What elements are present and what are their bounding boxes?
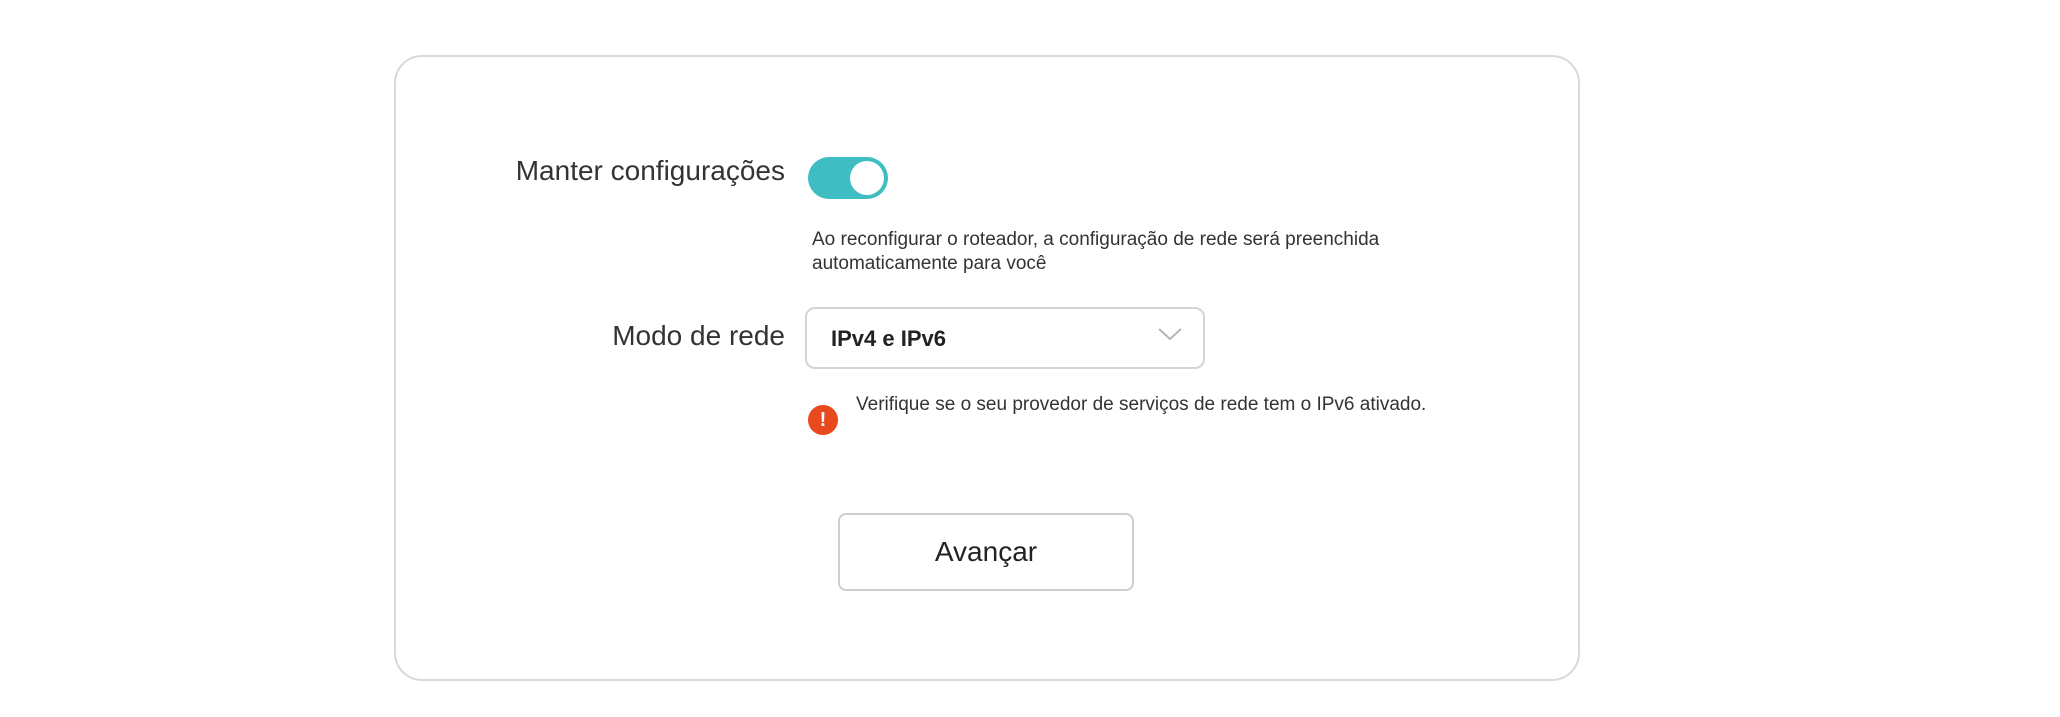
network-mode-label: Modo de rede (612, 320, 785, 351)
chevron-down-icon (1158, 328, 1182, 341)
keep-settings-label: Manter configurações (515, 155, 785, 186)
page: Manter configurações Ao reconfigurar o r… (0, 0, 2060, 717)
toggle-knob (850, 161, 884, 195)
warning-text: Verifique se o seu provedor de serviços … (856, 394, 1427, 415)
keep-settings-toggle[interactable] (808, 157, 888, 199)
warning-icon: ! (808, 405, 838, 435)
network-mode-select[interactable]: IPv4 e IPv6 (805, 307, 1205, 369)
keep-settings-hint: Ao reconfigurar o roteador, a configuraç… (812, 229, 1380, 274)
network-mode-value: IPv4 e IPv6 (831, 326, 946, 351)
next-button[interactable]: Avançar (838, 513, 1134, 591)
